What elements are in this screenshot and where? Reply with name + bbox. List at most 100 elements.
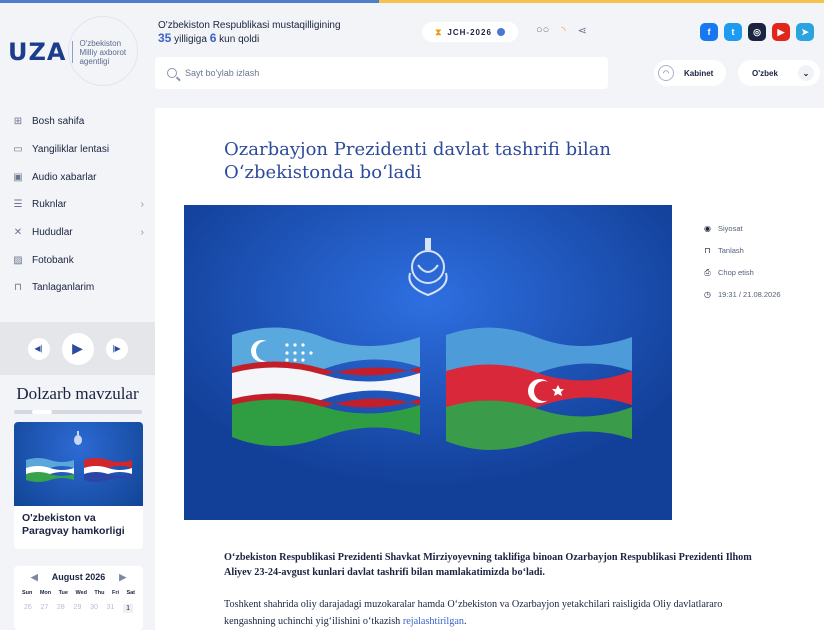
bookmark-icon: ⊓	[14, 282, 22, 294]
calendar-day[interactable]: 27	[41, 604, 49, 613]
flags-hero-illustration	[184, 205, 672, 520]
logo-ring-decoration	[68, 16, 138, 86]
calendar-day[interactable]: 1	[123, 604, 133, 613]
facebook-icon[interactable]: f	[700, 23, 718, 41]
trophy-icon: ⧗	[435, 26, 443, 37]
sidebar-item-ruknlar[interactable]: ☰ Ruknlar ›	[12, 191, 154, 219]
countdown-end: kun qoldi	[216, 34, 260, 45]
flags-illustration	[26, 431, 132, 482]
countdown-line1: O'zbekiston Respublikasi mustaqilliginin…	[158, 20, 341, 31]
sidebar-item-label: Ruknlar	[32, 199, 67, 211]
sidebar-item-tanlaganlarim[interactable]: ⊓ Tanlaganlarim	[12, 274, 154, 302]
article-title: Ozarbayjon Prezidenti davlat tashrifi bi…	[224, 139, 611, 183]
sidebar-item-label: Yangiliklar lentasi	[32, 144, 110, 156]
calendar-dates: 26 27 28 29 30 31 1	[14, 596, 143, 613]
bookmark-label: Tanlash	[718, 246, 744, 255]
twitter-icon[interactable]: t	[724, 23, 742, 41]
user-icon: ◠	[658, 65, 674, 81]
calendar-day[interactable]: 26	[24, 604, 32, 613]
meta-datetime: ◷ 19:31 / 21.08.2026	[703, 289, 781, 300]
language-select[interactable]: O'zbek ⌄	[738, 60, 820, 86]
countdown-mid: yilligiga	[171, 34, 210, 45]
weekday: Wed	[75, 590, 87, 596]
weekday: Thu	[94, 590, 105, 596]
meta-print[interactable]: ⎙ Chop etish	[703, 267, 781, 278]
next-icon[interactable]: |▶	[105, 337, 128, 360]
sidebar-item-label: Bosh sahifa	[32, 116, 85, 128]
uza-logo[interactable]: UZA O'zbekiston Milliy axborot agentligi	[8, 16, 139, 86]
sidebar-nav: ⊞ Bosh sahifa ▭ Yangiliklar lentasi ▣ Au…	[12, 108, 154, 302]
feed-icon: ▭	[13, 144, 23, 156]
sidebar-item-audio[interactable]: ▣ Audio xabarlar	[12, 163, 154, 191]
topic-card-title: O'zbekiston va Paragvay hamkorligi	[22, 512, 125, 537]
chevron-right-icon: ›	[140, 199, 144, 211]
ball-icon	[496, 28, 505, 36]
grid-icon: ⊞	[13, 116, 23, 128]
meta-bookmark[interactable]: ⊓ Tanlash	[703, 245, 781, 256]
jch-2026-badge[interactable]: ⧗ JCH-2026	[422, 22, 518, 42]
topic-card[interactable]: O'zbekiston va Paragvay hamkorligi	[14, 422, 143, 549]
category-label: Siyosat	[718, 224, 743, 233]
weekday: Mon	[39, 590, 52, 596]
logo-text: UZA	[8, 38, 67, 66]
calendar-prev-icon[interactable]: ◀	[31, 572, 38, 583]
rss-icon[interactable]: ◝	[561, 24, 565, 37]
dolzarb-heading: Dolzarb mavzular	[16, 384, 139, 403]
weekday: Sun	[22, 590, 33, 596]
play-icon[interactable]: ▶	[61, 332, 94, 365]
article-lead: O‘zbekiston Respublikasi Prezidenti Shav…	[224, 552, 752, 578]
independence-countdown: O'zbekiston Respublikasi mustaqilliginin…	[158, 19, 341, 46]
calendar-header: ◀ August 2026 ▶	[14, 566, 143, 583]
meta-category[interactable]: ◉ Siyosat	[703, 223, 781, 234]
sidebar-item-bosh-sahifa[interactable]: ⊞ Bosh sahifa	[12, 108, 154, 136]
audio-player: ◀| ▶ |▶	[0, 322, 155, 375]
calendar-next-icon[interactable]: ▶	[119, 572, 126, 583]
weekday: Fri	[111, 590, 119, 596]
sidebar-item-label: Audio xabarlar	[32, 171, 97, 183]
kabinet-button[interactable]: ◠ Kabinet	[654, 60, 726, 86]
calendar-day[interactable]: 28	[57, 604, 65, 613]
youtube-icon[interactable]: ▶	[772, 23, 790, 41]
kabinet-label: Kabinet	[684, 68, 714, 78]
calendar-day[interactable]: 29	[74, 604, 82, 613]
header-tools: ○○ ◝ ⋖	[536, 24, 587, 37]
body-text-end: .	[463, 616, 467, 627]
share-icon[interactable]: ⋖	[578, 24, 587, 37]
sidebar-item-label: Hududlar	[32, 227, 73, 239]
weekday: Sat	[126, 590, 135, 596]
article-meta: ◉ Siyosat ⊓ Tanlash ⎙ Chop etish ◷ 19:31…	[703, 223, 781, 311]
calendar-day[interactable]: 30	[90, 604, 98, 613]
top-accent-line	[0, 0, 824, 3]
topics-scroll-indicator[interactable]	[14, 410, 142, 414]
telegram-icon[interactable]: ➤	[796, 23, 814, 41]
countdown-years: 35	[158, 31, 172, 45]
instagram-icon[interactable]: ◎	[748, 23, 766, 41]
list-icon: ☰	[13, 199, 23, 211]
calendar-day[interactable]: 31	[107, 604, 115, 613]
search-icon[interactable]	[167, 68, 177, 78]
search-bar	[155, 57, 608, 89]
countdown-line2: 35 yilligiga 6 kun qoldi	[158, 32, 341, 46]
previous-icon[interactable]: ◀|	[27, 337, 50, 360]
sidebar-item-yangiliklar[interactable]: ▭ Yangiliklar lentasi	[12, 136, 154, 164]
body-link[interactable]: rejalashtirilgan	[403, 616, 464, 627]
body-text-start: Toshkent shahrida oliy darajadagi muzoka…	[224, 599, 723, 627]
search-input[interactable]	[185, 68, 565, 78]
social-links: f t ◎ ▶ ➤	[700, 23, 814, 41]
bookmark-icon: ⊓	[704, 246, 711, 255]
jch-label: JCH-2026	[447, 27, 492, 37]
glasses-icon[interactable]: ○○	[536, 24, 549, 37]
chevron-down-icon: ⌄	[798, 65, 814, 81]
article-hero-image	[184, 205, 672, 520]
audio-icon: ▣	[13, 171, 23, 183]
language-label: O'zbek	[752, 68, 778, 78]
topic-image	[14, 422, 143, 506]
sidebar-item-label: Fotobank	[32, 254, 74, 266]
category-icon: ◉	[704, 224, 711, 233]
datetime-label: 19:31 / 21.08.2026	[718, 290, 781, 299]
sidebar-item-fotobank[interactable]: ▨ Fotobank	[12, 246, 154, 274]
photo-icon: ▨	[13, 254, 23, 266]
chevron-right-icon: ›	[140, 227, 144, 239]
clock-icon: ◷	[704, 290, 711, 299]
sidebar-item-hududlar[interactable]: ✕ Hududlar ›	[12, 219, 154, 247]
